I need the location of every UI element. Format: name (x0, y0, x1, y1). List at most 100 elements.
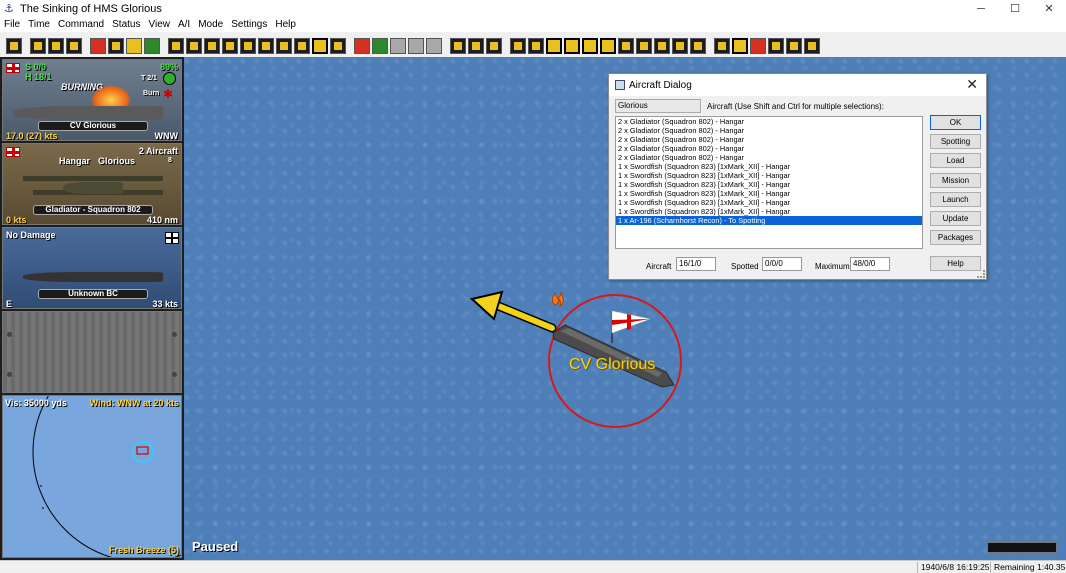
toolbar-tape-icon[interactable] (108, 37, 124, 54)
launch-button[interactable]: Launch (930, 192, 981, 207)
aircraft-list-item[interactable]: 1 x Swordfish (Squadron 823) [1xMark_XII… (616, 180, 922, 189)
menu-help[interactable]: Help (271, 18, 300, 32)
aircraft-listbox[interactable]: 2 x Gladiator (Squadron 802) - Hangar 2 x… (615, 116, 923, 249)
maximize-button[interactable]: ☐ (998, 0, 1032, 18)
aircraft-list-item[interactable]: 1 x Ar-196 (Scharnhorst Recon) - To Spot… (616, 216, 922, 225)
toolbar-n-icon[interactable] (546, 37, 562, 54)
toolbar-disabled-1-icon[interactable] (390, 37, 406, 54)
close-button[interactable]: ✕ (1032, 0, 1066, 18)
toolbar-grid-1-icon[interactable] (510, 37, 526, 54)
ship-name-field: Glorious (615, 99, 701, 113)
toolbar-flag-icon[interactable] (750, 37, 766, 54)
british-flag-icon (6, 147, 20, 157)
aircraft-list-item[interactable]: 2 x Gladiator (Squadron 802) - Hangar (616, 144, 922, 153)
aircraft-speed: 0 kts (6, 215, 27, 225)
aircraft-list-item[interactable]: 2 x Gladiator (Squadron 802) - Hangar (616, 117, 922, 126)
menu-status[interactable]: Status (108, 18, 144, 32)
load-button[interactable]: Load (930, 153, 981, 168)
toolbar-grid-2-icon[interactable] (528, 37, 544, 54)
toolbar-percent-icon[interactable] (600, 37, 616, 54)
packages-button[interactable]: Packages (930, 230, 981, 245)
toolbar-g-icon[interactable] (564, 37, 580, 54)
paused-indicator: Paused (192, 539, 239, 554)
dialog-titlebar: Aircraft Dialog ✕ (609, 74, 986, 96)
toolbar-d2-icon[interactable] (732, 37, 748, 54)
aircraft-list-item[interactable]: 2 x Gladiator (Squadron 802) - Hangar (616, 153, 922, 162)
toolbar-up-icon[interactable] (636, 37, 652, 54)
aircraft-list-item[interactable]: 1 x Swordfish (Squadron 823) [1xMark_XII… (616, 162, 922, 171)
empty-slot-card (2, 311, 182, 393)
spotting-button[interactable]: Spotting (930, 134, 981, 149)
ok-button[interactable]: OK (930, 115, 981, 130)
aircraft-list-item[interactable]: 1 x Swordfish (Squadron 823) [1xMark_XII… (616, 198, 922, 207)
toolbar-document-icon[interactable] (30, 37, 46, 54)
carrier-heading: WNW (154, 131, 179, 141)
toolbar-disabled-2-icon[interactable] (408, 37, 424, 54)
dialog-close-icon[interactable]: ✕ (966, 77, 978, 91)
toolbar-boat-2-icon[interactable] (690, 37, 706, 54)
status-bar: 1940/6/8 16:19:25 Remaining 1:40.35 (0, 560, 1066, 573)
update-button[interactable]: Update (930, 211, 981, 226)
toolbar-unit-4-icon[interactable] (222, 37, 238, 54)
carrier-image (13, 106, 163, 120)
toolbar-arrow-up-icon[interactable] (768, 37, 784, 54)
toolbar-plus-icon[interactable] (786, 37, 802, 54)
toolbar-circle-icon[interactable] (372, 37, 388, 54)
toolbar-line-1-icon[interactable] (450, 37, 466, 54)
toolbar (0, 35, 1066, 56)
carrier-status-card[interactable]: S 0/0 H 18/1 89% BURNING T 2/1 Burn ✱ CV… (2, 59, 182, 141)
menu-command[interactable]: Command (54, 18, 108, 32)
toolbar-unit-7-icon[interactable] (276, 37, 292, 54)
aircraft-location: Hangar (59, 156, 91, 166)
help-button[interactable]: Help (930, 256, 981, 271)
toolbar-unit-9-icon[interactable] (330, 37, 346, 54)
toolbar-unit-5-icon[interactable] (240, 37, 256, 54)
target-plate: Unknown BC (38, 289, 148, 299)
aircraft-list-item[interactable]: 1 x Swordfish (Squadron 823) [1xMark_XII… (616, 189, 922, 198)
toolbar-line-3-icon[interactable] (486, 37, 502, 54)
toolbar-go-icon[interactable] (144, 37, 160, 54)
toolbar-minus-icon[interactable] (804, 37, 820, 54)
rivet (7, 372, 12, 377)
menu-file[interactable]: File (0, 18, 24, 32)
toolbar-record-icon[interactable] (90, 37, 106, 54)
toolbar-clock-icon[interactable] (126, 37, 142, 54)
menu-time[interactable]: Time (24, 18, 54, 32)
menu-settings[interactable]: Settings (227, 18, 271, 32)
aircraft-list-item[interactable]: 2 x Gladiator (Squadron 802) - Hangar (616, 135, 922, 144)
toolbar-plane-icon[interactable] (654, 37, 670, 54)
toolbar-d-icon[interactable] (312, 37, 328, 54)
aircraft-status-card[interactable]: 2 Aircraft Hangar Glorious 8 Gladiator -… (2, 143, 182, 225)
toolbar-unit-8-icon[interactable] (294, 37, 310, 54)
toolbar-unit-3-icon[interactable] (204, 37, 220, 54)
menu-mode[interactable]: Mode (194, 18, 227, 32)
menu-ai[interactable]: A/I (174, 18, 194, 32)
mission-button[interactable]: Mission (930, 173, 981, 188)
carrier-plate: CV Glorious (38, 121, 148, 131)
toolbar-bar-icon[interactable] (714, 37, 730, 54)
minimize-button[interactable]: ─ (964, 0, 998, 18)
toolbar-unit-1-icon[interactable] (168, 37, 184, 54)
game-datetime: 1940/6/8 16:19:25 (917, 562, 990, 573)
title-bar: ⚓ The Sinking of HMS Glorious ─ ☐ ✕ (0, 0, 1066, 18)
aircraft-list-item[interactable]: 1 x Swordfish (Squadron 823) [1xMark_XII… (616, 207, 922, 216)
toolbar-9-icon[interactable] (582, 37, 598, 54)
target-status-card[interactable]: No Damage Unknown BC E 33 kts (2, 227, 182, 309)
toolbar-open-icon[interactable] (48, 37, 64, 54)
toolbar-target-icon[interactable] (354, 37, 370, 54)
toolbar-disabled-3-icon[interactable] (426, 37, 442, 54)
toolbar-unit-6-icon[interactable] (258, 37, 274, 54)
aircraft-list-item[interactable]: 1 x Swordfish (Squadron 823) [1xMark_XII… (616, 171, 922, 180)
target-heading: E (6, 299, 13, 309)
toolbar-ship-icon[interactable] (6, 37, 22, 54)
toolbar-unit-2-icon[interactable] (186, 37, 202, 54)
aircraft-count: 2 Aircraft (138, 146, 178, 156)
menu-view[interactable]: View (144, 18, 174, 32)
resize-grip-icon[interactable] (977, 270, 985, 278)
toolbar-save-icon[interactable] (66, 37, 82, 54)
radar-view[interactable]: Vis: 35000 yds Wind: WNW at 20 kts Fresh… (2, 395, 182, 558)
aircraft-list-item[interactable]: 2 x Gladiator (Squadron 802) - Hangar (616, 126, 922, 135)
toolbar-boat-icon[interactable] (672, 37, 688, 54)
toolbar-line-2-icon[interactable] (468, 37, 484, 54)
toolbar-ring-icon[interactable] (618, 37, 634, 54)
